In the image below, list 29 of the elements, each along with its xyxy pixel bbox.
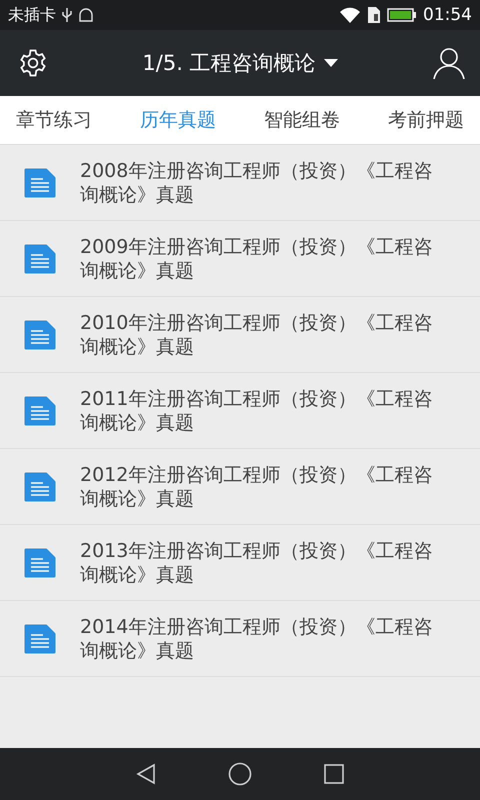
battery-icon	[387, 7, 417, 23]
document-icon	[24, 624, 56, 654]
document-icon	[24, 396, 56, 426]
carrier-text: 未插卡	[8, 4, 56, 26]
sim-icon	[367, 6, 381, 24]
exam-paper-title[interactable]: 2011年注册咨询工程师（投资）《工程咨询概论》真题	[80, 386, 445, 434]
tab[interactable]: 智能组卷	[264, 99, 340, 141]
usb-icon	[62, 7, 72, 23]
clock-text: 01:54	[423, 5, 472, 25]
document-icon	[24, 472, 56, 502]
exam-paper-title[interactable]: 2008年注册咨询工程师（投资）《工程咨询概论》真题	[80, 158, 445, 206]
settings-icon[interactable]	[18, 48, 48, 78]
tab[interactable]: 章节练习	[16, 99, 92, 141]
exam-paper-title[interactable]: 2010年注册咨询工程师（投资）《工程咨询概论》真题	[80, 310, 445, 358]
document-icon	[24, 244, 56, 274]
recents-icon[interactable]	[322, 763, 345, 785]
back-icon[interactable]	[135, 763, 158, 785]
exam-paper-title[interactable]: 2009年注册咨询工程师（投资）《工程咨询概论》真题	[80, 234, 445, 282]
document-icon	[24, 548, 56, 578]
exam-paper-title[interactable]: 2013年注册咨询工程师（投资）《工程咨询概论》真题	[80, 538, 445, 586]
tab[interactable]: 考前押题	[388, 99, 464, 141]
exam-paper-title[interactable]: 2012年注册咨询工程师（投资）《工程咨询概论》真题	[80, 462, 445, 510]
user-icon[interactable]	[432, 46, 466, 80]
wifi-icon	[339, 6, 361, 24]
home-icon[interactable]	[228, 762, 252, 786]
exam-paper-title[interactable]: 2014年注册咨询工程师（投资）《工程咨询概论》真题	[80, 614, 445, 662]
document-icon	[24, 320, 56, 350]
caret-icon	[324, 59, 338, 67]
document-icon	[24, 168, 56, 198]
